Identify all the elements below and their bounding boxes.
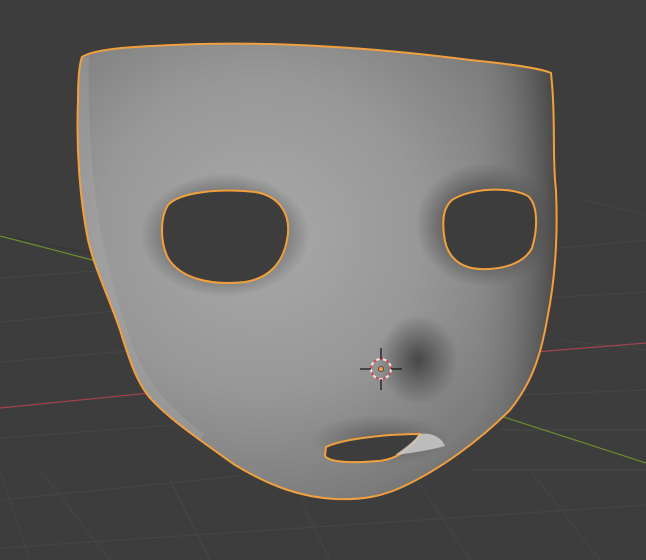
y-axis-line xyxy=(0,235,101,263)
viewport-canvas[interactable] xyxy=(0,0,646,560)
mask-mesh[interactable] xyxy=(76,40,570,510)
x-axis-line xyxy=(0,391,161,409)
right-eye-hole xyxy=(442,188,538,271)
3d-viewport[interactable] xyxy=(0,0,646,560)
left-eye-hole xyxy=(161,189,290,284)
x-axis-line-right xyxy=(534,342,646,353)
object-origin-point xyxy=(378,366,384,372)
